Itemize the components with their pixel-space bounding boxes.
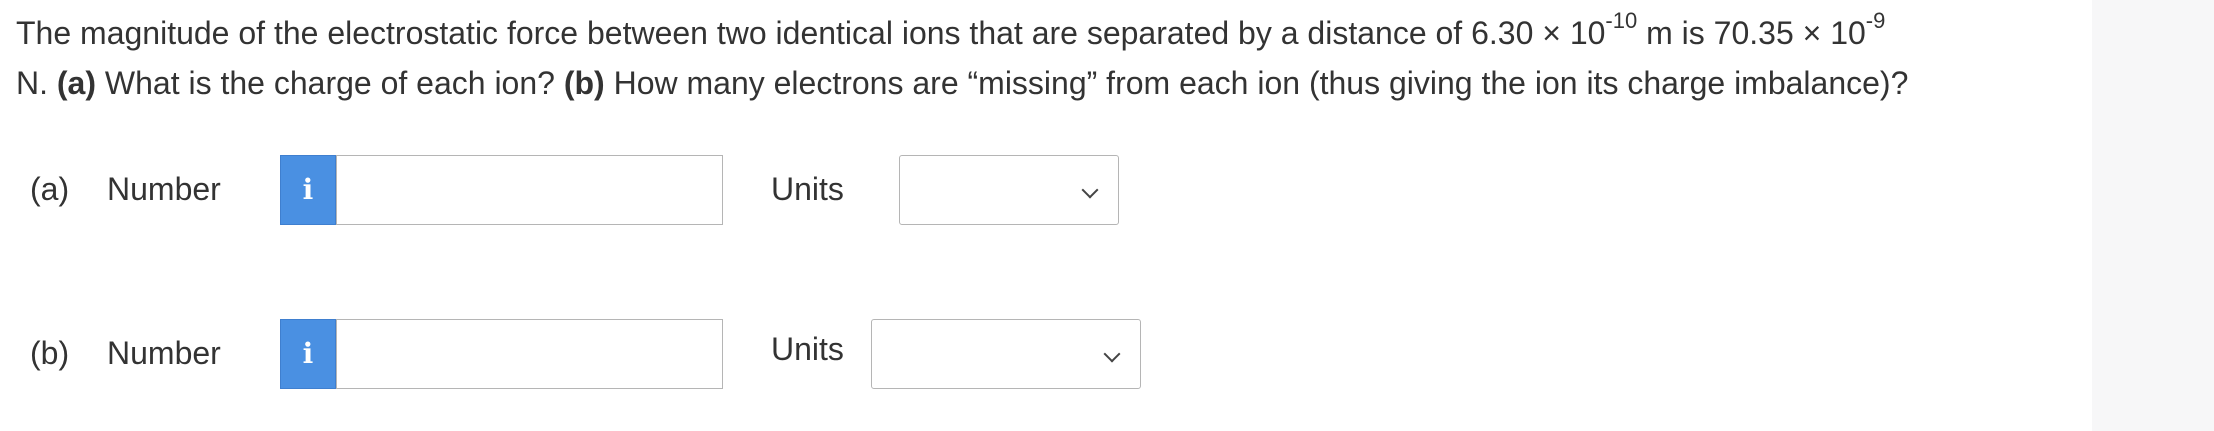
part-label: (b) <box>30 335 70 371</box>
part-b-tag: (b) <box>563 65 605 101</box>
part-a-question: What is the charge of each ion? <box>96 65 564 101</box>
number-input[interactable] <box>336 155 723 225</box>
chevron-down-icon <box>1103 345 1121 363</box>
number-input[interactable] <box>336 319 723 389</box>
number-label: Number <box>107 335 221 371</box>
info-button[interactable]: i <box>280 155 336 225</box>
part-a-tag: (a) <box>56 65 96 101</box>
force-exponent: -9 <box>1865 8 1886 34</box>
chevron-down-icon <box>1081 181 1099 199</box>
units-label: Units <box>771 331 844 367</box>
units-dropdown[interactable] <box>899 155 1119 225</box>
part-label: (a) <box>30 171 70 207</box>
number-label: Number <box>107 171 221 207</box>
info-button[interactable]: i <box>280 319 336 389</box>
question-text: The magnitude of the electrostatic force… <box>16 8 2076 108</box>
distance-exponent: -10 <box>1605 8 1638 34</box>
info-icon: i <box>302 173 314 206</box>
right-gutter <box>2092 0 2214 431</box>
info-icon: i <box>302 337 314 370</box>
question-line1-mid: m is 70.35 × 10 <box>1637 15 1866 51</box>
units-dropdown[interactable] <box>871 319 1141 389</box>
question-line2-start: N. <box>16 65 57 101</box>
units-label: Units <box>771 171 844 207</box>
part-b-question: How many electrons are “missing” from ea… <box>604 65 1909 101</box>
question-line1: The magnitude of the electrostatic force… <box>16 15 1606 51</box>
